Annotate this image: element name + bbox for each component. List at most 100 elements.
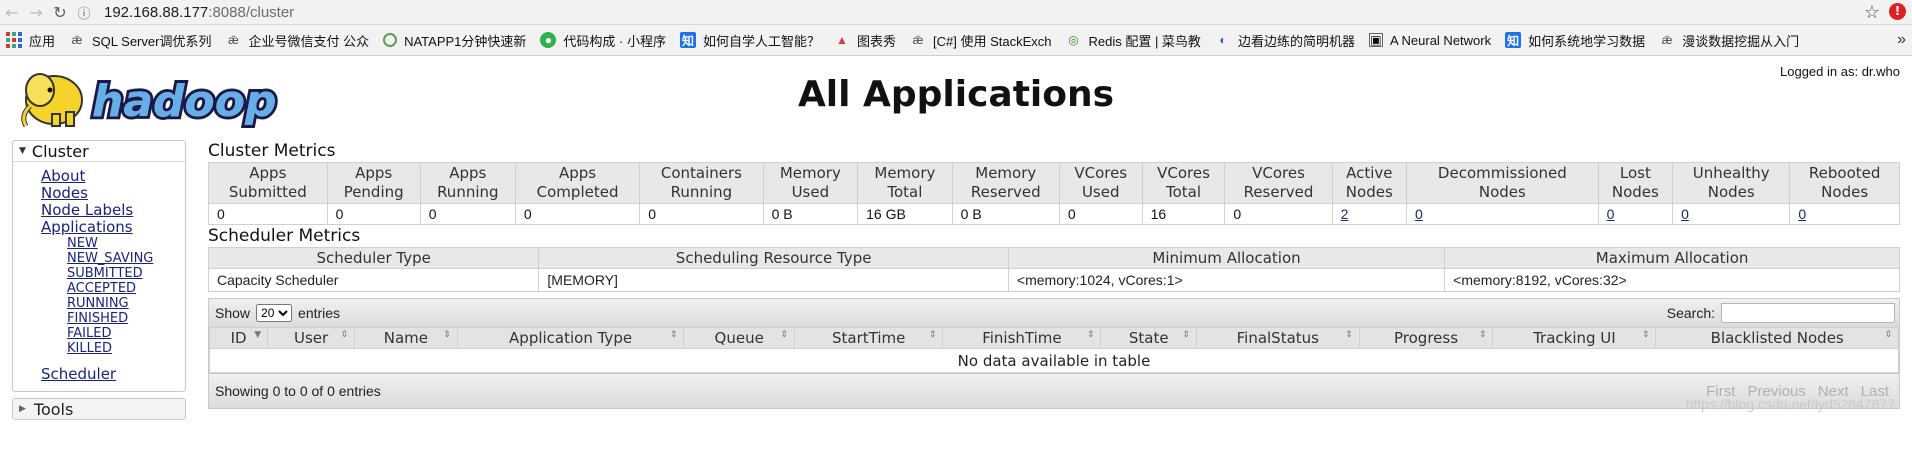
- metrics-value-cell: 0: [419, 203, 516, 225]
- page-size-select[interactable]: 20: [256, 304, 293, 322]
- forward-arrow-icon[interactable]: →: [24, 0, 48, 24]
- apps-column-starttime[interactable]: StartTime ⇕: [793, 327, 944, 349]
- empty-message: No data available in table: [209, 348, 1899, 373]
- sidebar-state-accepted[interactable]: ACCEPTED: [67, 281, 185, 296]
- column-label: Blacklisted Nodes: [1710, 329, 1844, 347]
- bookmark-item[interactable]: ● 代码构成 · 小程序: [540, 31, 666, 50]
- cluster-header[interactable]: ▼ Cluster: [13, 141, 185, 162]
- cluster-metrics-header-row: Apps Submitted Apps Pending Apps Running Apps C…: [208, 162, 1900, 204]
- bookmark-item[interactable]: ▣ A Neural Network: [1368, 32, 1492, 48]
- bookmark-label: Redis 配置 | 菜鸟教: [1088, 33, 1201, 49]
- scheduler-value-cell: [MEMORY]: [538, 268, 1009, 292]
- back-arrow-icon[interactable]: ←: [0, 0, 24, 24]
- bookmark-item[interactable]: NATAPP1分钟快速新: [383, 31, 526, 50]
- scheduler-metrics-value-row: Capacity Scheduler [MEMORY] <memory:1024, …: [207, 268, 1900, 292]
- sidebar-link-scheduler[interactable]: Scheduler: [41, 366, 185, 383]
- bookmark-label: [C#] 使用 StackExch: [933, 33, 1052, 49]
- chart-icon: ▲: [836, 33, 848, 47]
- bookmark-label: A Neural Network: [1389, 32, 1492, 48]
- apps-column-finishtime[interactable]: FinishTime ⇕: [942, 327, 1102, 349]
- bookmark-item[interactable]: ◎ Redis 配置 | 菜鸟教: [1065, 31, 1201, 50]
- cluster-label: Cluster: [31, 141, 89, 161]
- metrics-value-cell: 16: [1141, 203, 1226, 225]
- metrics-value-link[interactable]: 0: [1798, 206, 1806, 222]
- scheduler-value-cell: <memory:8192, vCores:32>: [1444, 268, 1900, 292]
- applications-header-row: ID ▼ User ⇕ Name ⇕ Application Type ⇕ Queue ⇕ Star…: [208, 327, 1899, 349]
- url-path: :8088/cluster: [208, 3, 295, 21]
- extension-icon[interactable]: !: [1889, 3, 1906, 20]
- sidebar-link-about[interactable]: About: [41, 168, 185, 185]
- bookmark-star-icon[interactable]: ☆: [1864, 2, 1880, 23]
- apps-column-state[interactable]: State ⇕: [1100, 327, 1197, 349]
- feather-icon: ǣ: [228, 33, 239, 47]
- sidebar-state-finished[interactable]: FINISHED: [67, 311, 185, 326]
- search-label: Search:: [1666, 305, 1715, 321]
- metrics-value-cell: 0: [639, 203, 764, 225]
- column-label: User: [294, 329, 329, 347]
- bookmark-item[interactable]: ǣ [C#] 使用 StackExch: [910, 31, 1052, 50]
- sidebar-link-nodes[interactable]: Nodes: [41, 185, 185, 202]
- apps-column-user[interactable]: User ⇕: [267, 327, 356, 349]
- metrics-value-cell: 0: [1672, 203, 1791, 225]
- bookmark-item[interactable]: ǣ 漫谈数据挖掘从入门: [1659, 31, 1799, 50]
- scheduler-column-header: Maximum Allocation: [1444, 247, 1900, 269]
- metrics-column-header: Unhealthy Nodes: [1672, 162, 1791, 204]
- info-icon[interactable]: ⓘ: [72, 0, 96, 24]
- metrics-value-link[interactable]: 0: [1681, 206, 1689, 222]
- apps-column-name[interactable]: Name ⇕: [354, 327, 458, 349]
- sidebar-state-new_saving[interactable]: NEW_SAVING: [67, 251, 185, 266]
- bookmark-item[interactable]: ǣ 企业号微信支付 公众: [225, 31, 369, 50]
- sidebar-state-submitted[interactable]: SUBMITTED: [67, 266, 185, 281]
- bookmark-item[interactable]: 知如何系统地学习数据: [1505, 31, 1645, 50]
- sidebar-state-new[interactable]: NEW: [67, 236, 185, 251]
- tools-header[interactable]: ▶ Tools: [12, 398, 186, 420]
- column-label: Tracking UI: [1533, 329, 1616, 347]
- metrics-column-header: Apps Completed: [514, 162, 641, 204]
- sidebar-state-running[interactable]: RUNNING: [67, 296, 185, 311]
- apps-column-finalstatus[interactable]: FinalStatus ⇕: [1195, 327, 1360, 349]
- bookmark-item[interactable]: ▲ 图表秀: [834, 31, 896, 50]
- table-controls: Show 20 entries Search:: [209, 299, 1899, 327]
- metrics-value-link[interactable]: 0: [1607, 206, 1615, 222]
- login-info: Logged in as: dr.who: [1780, 64, 1900, 79]
- scheduler-column-header: Minimum Allocation: [1007, 247, 1446, 269]
- metrics-value-cell: 2: [1331, 203, 1408, 225]
- sort-icon: ⇕: [928, 330, 937, 340]
- bookmark-label: SQL Server调优系列: [92, 33, 212, 49]
- wechat-icon: ●: [540, 32, 557, 48]
- sort-icon: ⇕: [1478, 330, 1487, 340]
- apps-column-progress[interactable]: Progress ⇕: [1358, 327, 1494, 349]
- bookmark-item[interactable]: 应用: [6, 31, 55, 50]
- metrics-value-link[interactable]: 0: [1415, 206, 1423, 222]
- sidebar-state-killed[interactable]: KILLED: [67, 341, 185, 356]
- applications-table: ID ▼ User ⇕ Name ⇕ Application Type ⇕ Queue ⇕ Star…: [208, 327, 1899, 373]
- apps-column-queue[interactable]: Queue ⇕: [683, 327, 795, 349]
- apps-column-id[interactable]: ID ▼: [208, 327, 269, 349]
- metrics-column-header: Memory Total: [857, 162, 953, 204]
- sidebar-link-applications[interactable]: Applications: [41, 219, 185, 236]
- more-bookmarks-icon[interactable]: »: [1897, 31, 1906, 49]
- address-bar[interactable]: 192.168.88.177:8088/cluster: [104, 4, 294, 21]
- apps-column-blacklisted-nodes[interactable]: Blacklisted Nodes ⇕: [1655, 327, 1899, 349]
- triangle-right-icon: ▶: [19, 404, 26, 414]
- bookmark-label: 图表秀: [856, 33, 896, 49]
- apps-column-application-type[interactable]: Application Type ⇕: [456, 327, 685, 349]
- scheduler-metrics-title: Scheduler Metrics: [208, 226, 361, 246]
- bookmark-item[interactable]: 知如何自学人工智能？: [679, 31, 820, 50]
- metrics-column-header: Apps Submitted: [208, 162, 328, 204]
- apps-column-tracking-ui[interactable]: Tracking UI ⇕: [1492, 327, 1657, 349]
- sidebar-state-failed[interactable]: FAILED: [67, 326, 185, 341]
- show-label: Show: [215, 305, 251, 321]
- column-label: StartTime: [832, 329, 906, 347]
- zhihu-icon: 知: [1505, 32, 1522, 48]
- sidebar-link-node-labels[interactable]: Node Labels: [41, 202, 185, 219]
- reload-icon[interactable]: ↻: [48, 0, 72, 24]
- search-input[interactable]: [1721, 303, 1895, 323]
- applications-table-wrapper: Show 20 entries Search: ID ▼ User ⇕ Name ⇕ App…: [208, 298, 1900, 412]
- box-icon: ▣: [1368, 33, 1383, 47]
- zhihu-icon: 知: [679, 32, 696, 48]
- bookmark-item[interactable]: ◐ 边看边练的简明机器: [1215, 31, 1355, 50]
- metrics-value-link[interactable]: 2: [1341, 206, 1349, 222]
- bookmark-item[interactable]: ǣ SQL Server调优系列: [69, 31, 212, 50]
- cluster-metrics-table: Apps Submitted Apps Pending Apps Running Apps C…: [208, 162, 1900, 225]
